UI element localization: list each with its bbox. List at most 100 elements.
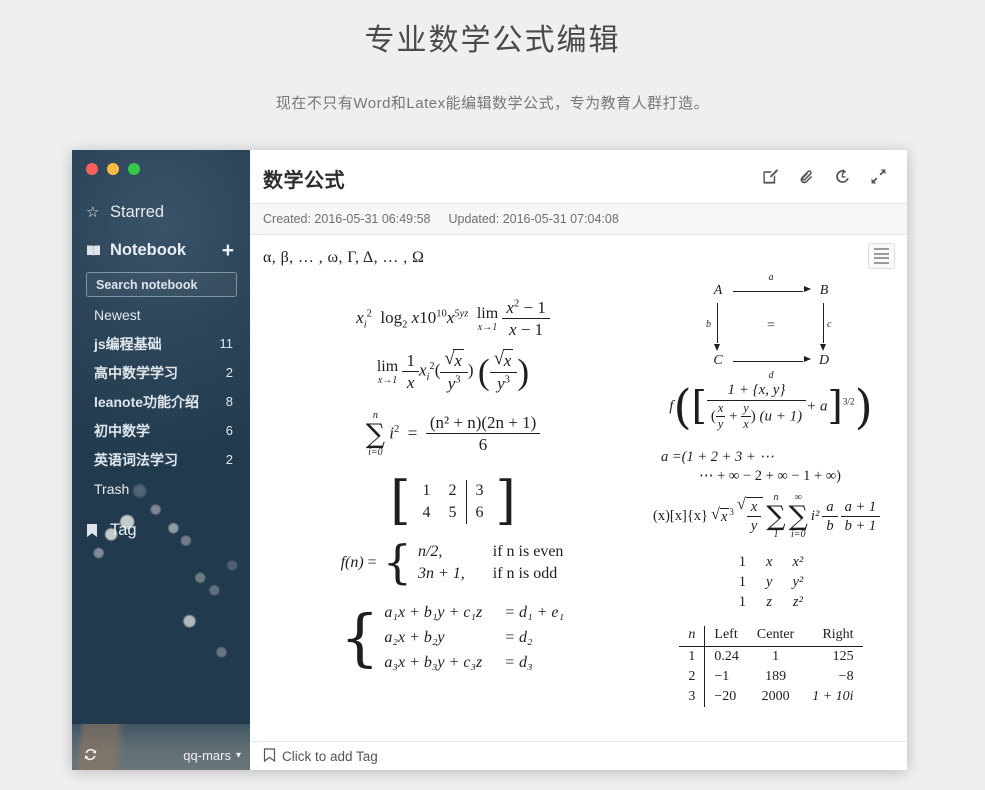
diagram-arrow-label: a (768, 272, 774, 283)
sidebar-section-notebook[interactable]: Notebook + (72, 233, 250, 267)
diagram-arrow-label: c (827, 319, 832, 330)
note-panel: 数学公式 Created: 2016-05-31 06:49:58 Update… (250, 150, 907, 770)
vandermonde-cell: z (766, 593, 773, 610)
diagram-center-equals: = (767, 318, 775, 333)
diagram-node-b: B (819, 283, 829, 298)
note-created-label: Created: 2016-05-31 06:49:58 (263, 212, 431, 226)
table-row: 2 −1 189 −8 (679, 667, 862, 688)
starred-label: Starred (110, 202, 165, 221)
formula-linear-system: { a₁x + b₁y + c₁z = d₁ + e₁ a₂x + b₂y = … (263, 600, 643, 677)
sync-icon[interactable] (83, 747, 98, 765)
formula-commutative-diagram: A a B b = c C d D (653, 272, 889, 381)
table-cell: 189 (765, 669, 787, 685)
system-rhs: = d₂ (504, 629, 533, 647)
app-window: ☆ Starred Notebook + Search notebook New… (72, 150, 907, 770)
matrix-cell: 5 (448, 503, 457, 521)
notebook-item-trash[interactable]: Trash (72, 474, 250, 503)
notebook-item-label: js编程基础 (94, 335, 162, 352)
formula-limit-quotient: xi2 log2 x1010x5yz lim x→1 x2 − 1 x − 1 (263, 297, 643, 341)
notebook-list: Newest js编程基础 11 高中数学学习 2 leanote功能介绍 8 … (72, 300, 250, 503)
vandermonde-cell: y (766, 573, 773, 590)
sidebar-section-tag[interactable]: Tag (72, 513, 250, 547)
chevron-down-icon: ▾ (235, 750, 241, 761)
note-toolbar (762, 164, 887, 185)
matrix-cell: 3 (465, 479, 493, 502)
table-cell: 3 (688, 689, 696, 705)
radical-x-cubed: x3 (711, 505, 734, 526)
tag-label: Tag (110, 520, 137, 539)
diagram-arrow-right: c (813, 301, 835, 351)
system-rhs: = d₃ (504, 654, 533, 672)
piecewise-table: n/2, if n is even 3n + 1, if n is odd (416, 540, 565, 586)
notebook-label: Notebook (110, 240, 187, 259)
notebook-item-label: Newest (94, 306, 141, 323)
radical-x-over-y: xy (737, 495, 764, 536)
search-input-value: Search notebook (96, 277, 198, 292)
notebook-item-middleschool-math[interactable]: 初中数学 6 (72, 416, 250, 445)
vandermonde-cell: z² (792, 593, 803, 610)
matrix-cell: 4 (422, 503, 431, 521)
table-header-cell: n (679, 626, 705, 648)
sidebar: ☆ Starred Notebook + Search notebook New… (72, 150, 250, 770)
notebook-item-leanote-intro[interactable]: leanote功能介绍 8 (72, 387, 250, 416)
table-header-cell: Right (803, 626, 863, 648)
formula-f-bracket-power: f([ 1 + {x, y} (x y + y x) (u + 1) + a]3/2… (669, 380, 873, 435)
piecewise-condition: if n is odd (492, 564, 558, 582)
formula-vandermonde-matrix: 1 x x² 1 y y² 1 z z² (653, 552, 889, 612)
window-traffic-lights (72, 150, 250, 175)
table-header-cell: Left (704, 626, 748, 648)
piecewise-condition: if n is even (492, 542, 564, 560)
vandermonde-cell: 1 (738, 553, 746, 570)
piecewise-value: n/2, (417, 542, 443, 560)
minimize-window-button[interactable] (107, 163, 119, 175)
attachment-icon[interactable] (798, 168, 815, 185)
maximize-window-button[interactable] (128, 163, 140, 175)
piecewise-value: 3n + 1, (417, 564, 465, 582)
close-window-button[interactable] (86, 163, 98, 175)
notebook-item-highschool-math[interactable]: 高中数学学习 2 (72, 358, 250, 387)
table-row: 3 −20 2000 1 + 10i (679, 687, 862, 708)
formula-greek-letters: α, β, … , ω, Γ, Δ, … , Ω (263, 249, 425, 266)
add-notebook-button[interactable]: + (222, 240, 236, 261)
formula-column-right: A a B b = c C d D f([1 + {x, y} (x y +… (643, 272, 889, 708)
note-header: 数学公式 (250, 150, 907, 204)
sum-denominator: 6 (478, 435, 488, 455)
table-header-cell: Center (747, 626, 804, 648)
user-menu[interactable]: qq-mars ▾ (183, 748, 241, 763)
table-cell: 125 (832, 649, 854, 665)
table-row: 1 0.24 1 125 (679, 646, 862, 668)
summation-operator-outer: n ∑ 1 (766, 492, 786, 541)
notebook-item-count: 6 (225, 423, 233, 438)
fraction-x2-minus-1: x2 − 1 x − 1 (502, 297, 550, 341)
table-cell: 1 + 10i (812, 689, 854, 705)
formula-series-line1: a =(1 + 2 + 3 + ⋯ (661, 449, 774, 466)
note-tag-bar[interactable]: Click to add Tag (250, 741, 907, 770)
notebook-item-label: leanote功能介绍 (94, 393, 200, 410)
notebook-item-js[interactable]: js编程基础 11 (72, 329, 250, 358)
notebook-icon (86, 244, 110, 257)
list-menu-icon[interactable] (868, 243, 895, 269)
matrix-cell: 1 (422, 481, 431, 499)
sidebar-footer: qq-mars ▾ (72, 741, 250, 770)
diagram-node-c: C (713, 353, 723, 368)
sidebar-item-starred[interactable]: ☆ Starred (72, 195, 250, 229)
table-cell: −8 (838, 669, 854, 685)
table-cell: 2 (688, 669, 696, 685)
matrix-cell: 2 (448, 481, 457, 499)
diagram-arrow-top: a (729, 272, 813, 301)
fullscreen-icon[interactable] (870, 168, 887, 185)
star-icon: ☆ (86, 204, 100, 221)
edit-icon[interactable] (762, 168, 779, 185)
search-notebook-input[interactable]: Search notebook (86, 272, 237, 297)
page-title: 专业数学公式编辑 (364, 24, 621, 57)
summation-operator: n ∑ i=0 (365, 409, 385, 458)
system-lhs: a₂x + b₂y (384, 629, 445, 647)
history-icon[interactable] (834, 168, 851, 185)
notebook-item-english-grammar[interactable]: 英语词法学习 2 (72, 445, 250, 474)
vandermonde-cell: 1 (738, 573, 746, 590)
notebook-item-label: 高中数学学习 (94, 364, 178, 381)
vandermonde-cell: x² (792, 553, 804, 570)
note-updated-label: Updated: 2016-05-31 07:04:08 (448, 212, 619, 226)
notebook-item-newest[interactable]: Newest (72, 300, 250, 329)
matrix-table: 1 2 3 4 5 6 (414, 479, 493, 524)
